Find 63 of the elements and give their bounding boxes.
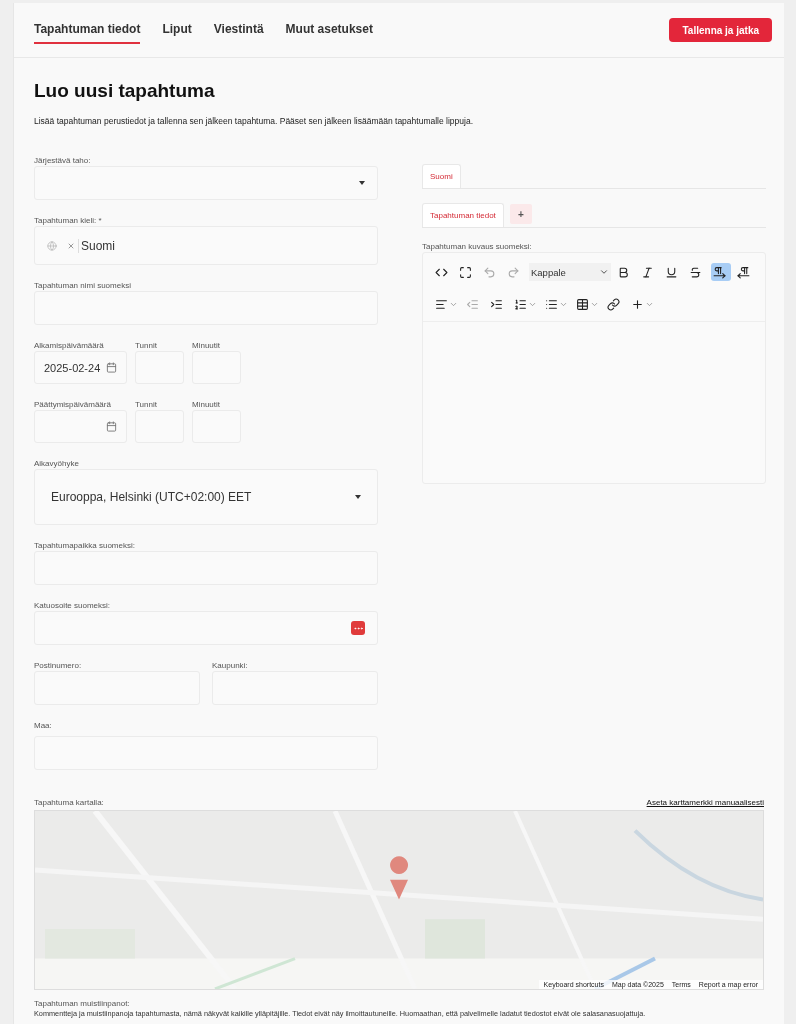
field-label: Tunnit — [135, 400, 158, 409]
underline-icon — [665, 265, 678, 279]
field-label: Katuosoite suomeksi: — [34, 601, 112, 610]
calendar-icon — [106, 421, 117, 432]
italic-icon — [641, 265, 654, 279]
pilcrow-right-button[interactable] — [711, 263, 731, 281]
plus-icon — [631, 297, 644, 311]
save-button[interactable]: Tallenna ja jatka — [669, 18, 772, 42]
nav-tab[interactable]: Tapahtuman tiedot — [34, 16, 141, 44]
caret-icon — [355, 495, 361, 499]
nav-tab[interactable]: Muut asetukset — [285, 16, 373, 44]
field-label: Minuutit — [192, 400, 221, 409]
table-icon — [576, 297, 589, 311]
field-label: Tapahtuman kuvaus suomeksi: — [422, 242, 533, 251]
field-label: Aikavyöhyke — [34, 459, 80, 468]
page-description: Lisää tapahtuman perustiedot ja tallenna sen jälkeen tapahtuma. Pääset sen jälkeen lisäämään tapahtumalle lippuja. — [34, 116, 474, 126]
strikethrough-icon — [689, 265, 702, 279]
field-label: Minuutit — [192, 341, 221, 350]
outdent-icon — [466, 297, 479, 311]
language-chip: Suomi — [78, 238, 115, 253]
remove-icon[interactable] — [67, 241, 75, 250]
more-icon[interactable] — [351, 621, 365, 635]
block-format-select[interactable]: Kappale — [529, 263, 611, 281]
caret-icon — [359, 181, 365, 185]
indent-icon — [490, 297, 503, 311]
add-tab-button[interactable]: + — [509, 204, 532, 224]
link-icon — [607, 297, 620, 311]
field-label: Kaupunki: — [212, 661, 249, 670]
field-label: Päättymispäivämäärä — [34, 400, 112, 409]
input-field[interactable] — [34, 611, 378, 645]
set-marker-link[interactable]: Aseta karttamerkki manuaalisesti — [646, 798, 764, 807]
field-label: Järjestävä taho: — [34, 156, 92, 165]
page-title: Luo uusi tapahtuma — [34, 80, 216, 102]
date-field[interactable]: 2025-02-24 — [34, 351, 127, 384]
field-label: Tapahtumapaikka suomeksi: — [34, 541, 136, 550]
undo-icon — [483, 265, 496, 279]
language-select[interactable]: Suomi — [34, 226, 378, 265]
nav-tab[interactable]: Viestintä — [213, 16, 264, 44]
redo-icon — [507, 265, 520, 279]
timezone-select[interactable]: Eurooppa, Helsinki (UTC+02:00) EET — [34, 469, 378, 525]
calendar-icon — [106, 362, 117, 373]
field-label: Tunnit — [135, 341, 158, 350]
bold-icon — [617, 265, 630, 279]
language-tab[interactable]: Suomi — [422, 164, 461, 188]
expand-icon — [459, 265, 472, 279]
section-tab[interactable]: Tapahtuman tiedot — [422, 203, 504, 227]
nav-tab[interactable]: Liput — [162, 16, 192, 44]
field-label: Maa: — [34, 721, 53, 730]
field-label: Tapahtuman muistiinpanot: — [34, 999, 131, 1008]
align-left-icon — [435, 297, 448, 311]
field-label: Tapahtuma kartalla: — [34, 798, 104, 807]
field-label: Tapahtuman nimi suomeksi — [34, 281, 132, 290]
field-label: Alkamispäivämäärä — [34, 341, 105, 350]
pilcrow-left-icon — [737, 265, 750, 279]
bullet-list-icon — [545, 297, 558, 311]
pilcrow-right-icon — [713, 265, 726, 279]
field-label: Tapahtuman kieli: * — [34, 216, 103, 225]
chevron-icon — [599, 267, 609, 277]
date-field[interactable] — [34, 410, 127, 443]
text-editor[interactable]: Kappale — [422, 252, 766, 484]
field-label: Postinumero: — [34, 661, 83, 670]
numbered-list-icon — [514, 297, 527, 311]
globe-icon — [47, 240, 57, 251]
